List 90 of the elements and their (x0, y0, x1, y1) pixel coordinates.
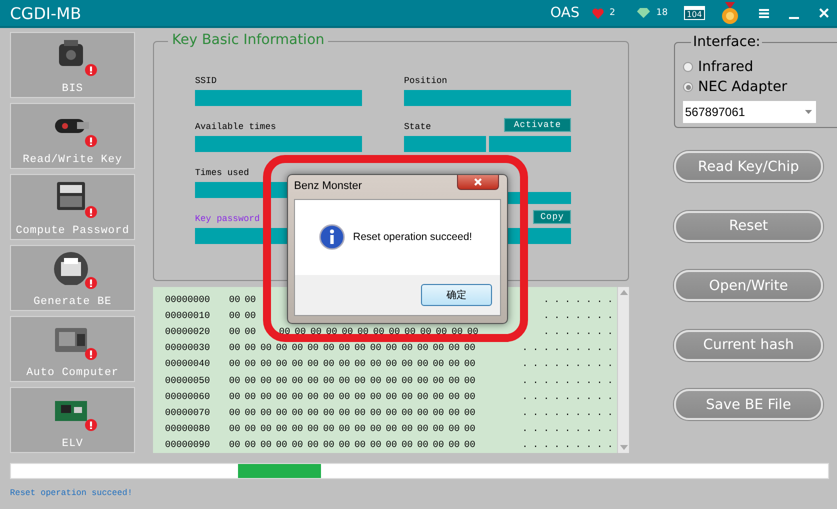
ascii-dots: . . . . . . . . . (522, 390, 614, 402)
medal-icon (721, 2, 739, 24)
warning-icon (84, 64, 96, 76)
scrollbar[interactable] (617, 287, 629, 453)
ascii-dots: . . . . . . . (543, 326, 614, 337)
action-button[interactable]: Save BE File (674, 389, 823, 420)
info-icon (319, 224, 345, 250)
input-field[interactable] (195, 136, 362, 152)
hex-bytes: 00 00 00 00 00 00 00 00 00 00 00 00 00 00 00 00 (229, 407, 476, 418)
hex-address: 00000070 (165, 407, 212, 418)
caret-icon (805, 110, 812, 114)
hex-address: 00000040 (165, 358, 212, 370)
sidebar-item[interactable]: Auto Computer (10, 316, 135, 382)
account-name: OAS (550, 5, 580, 21)
input-field[interactable] (195, 90, 362, 106)
heart-icon (592, 8, 604, 18)
warning-icon (84, 206, 96, 218)
window-title: CGDI-MB (10, 4, 82, 22)
ascii-dots: . . . . . . . . . (522, 342, 614, 354)
radio-label: NEC Adapter (698, 79, 788, 95)
hex-bytes: 00 00 00 00 00 00 00 00 00 00 00 00 00 00 00 00 (229, 358, 476, 370)
action-button[interactable]: Reset (674, 210, 823, 242)
input-field[interactable] (404, 136, 486, 152)
ascii-dots: . . . . . . . . . (522, 439, 614, 450)
hex-bytes: 00 00 (229, 326, 257, 337)
copy-button[interactable]: Copy (533, 210, 571, 224)
field-label: Available times (195, 122, 276, 132)
field-label: SSID (195, 76, 217, 86)
sidebar-item[interactable]: Read/Write Key (10, 103, 135, 169)
ascii-dots: . . . . . . . . . (522, 423, 614, 434)
close-icon (819, 8, 829, 18)
close-button[interactable] (457, 175, 499, 190)
group-title: Key Basic Information (168, 32, 328, 48)
ascii-dots: . . . . . . . (543, 310, 614, 321)
hex-bytes: 00 00 (229, 294, 256, 305)
sidebar-item[interactable]: Generate BE (10, 245, 135, 311)
action-button[interactable]: Current hash (674, 330, 823, 360)
scroll-down-icon (620, 445, 628, 450)
radio-button[interactable] (683, 62, 693, 72)
hex-bytes: 00 00 00 00 00 00 00 00 00 00 00 00 00 (279, 326, 478, 337)
hex-address: 00000080 (165, 423, 212, 434)
hex-address: 00000020 (165, 326, 212, 337)
activate-button[interactable]: Activate (504, 118, 571, 132)
warning-icon (84, 419, 96, 431)
hex-address: 00000010 (165, 310, 212, 321)
radio-label: Infrared (698, 59, 754, 75)
hex-address: 00000030 (165, 342, 212, 354)
ascii-dots: . . . . . . . . . (522, 374, 614, 386)
sidebar-item[interactable]: BIS (10, 32, 135, 98)
hex-bytes: 00 00 (229, 310, 256, 321)
field-label: Times used (195, 168, 250, 178)
device-dropdown[interactable]: 567897061 (683, 101, 816, 123)
field-label: Position (404, 76, 448, 86)
menu-icon (759, 8, 769, 18)
minimize-icon (789, 17, 799, 19)
menu-button[interactable] (759, 8, 769, 18)
hex-bytes: 00 00 00 00 00 00 00 00 00 00 00 00 00 00 00 00 (229, 390, 476, 402)
dialog-title: Benz Monster (294, 180, 362, 192)
scroll-up-icon (620, 290, 628, 295)
ascii-dots: . . . . . . . . . (522, 407, 614, 418)
dialog-message: Reset operation succeed! (353, 230, 472, 242)
sidebar-item[interactable]: ELV (10, 387, 135, 453)
hex-address: 00000000 (165, 294, 212, 305)
input-field[interactable] (404, 90, 571, 106)
hex-bytes: 00 00 00 00 00 00 00 00 00 00 00 00 00 00 00 00 (229, 374, 476, 386)
hex-address: 00000090 (165, 439, 212, 450)
hex-address: 00000060 (165, 390, 212, 402)
hex-bytes: 00 00 00 00 00 00 00 00 00 00 00 00 00 00 00 00 (229, 423, 476, 434)
heart-count: 2 (610, 8, 616, 18)
input-field[interactable] (489, 136, 571, 152)
field-label: Key password (195, 214, 260, 224)
gem-count: 18 (656, 8, 668, 18)
ascii-dots: . . . . . . . (543, 294, 614, 305)
radio-button[interactable] (683, 82, 693, 92)
warning-icon (84, 277, 96, 289)
action-button[interactable]: Open/Write (674, 270, 823, 301)
warning-icon (84, 135, 96, 147)
hex-bytes: 00 00 00 00 00 00 00 00 00 00 00 00 00 00 00 00 (229, 342, 476, 354)
calendar-counter[interactable]: 104 (684, 6, 705, 20)
warning-icon (84, 348, 96, 360)
ascii-dots: . . . . . . . . . (522, 358, 614, 370)
ok-button[interactable]: 确定 (421, 284, 492, 306)
status-message: Reset operation succeed! (10, 488, 134, 498)
gem-icon (637, 8, 650, 18)
action-button[interactable]: Read Key/Chip (674, 151, 823, 182)
sidebar-item[interactable]: Compute Password (10, 174, 135, 240)
hex-bytes: 00 00 00 00 00 00 00 00 00 00 00 00 00 00 00 00 (229, 439, 476, 450)
hex-address: 00000050 (165, 374, 212, 386)
field-label: State (404, 122, 432, 132)
close-icon (474, 178, 482, 186)
